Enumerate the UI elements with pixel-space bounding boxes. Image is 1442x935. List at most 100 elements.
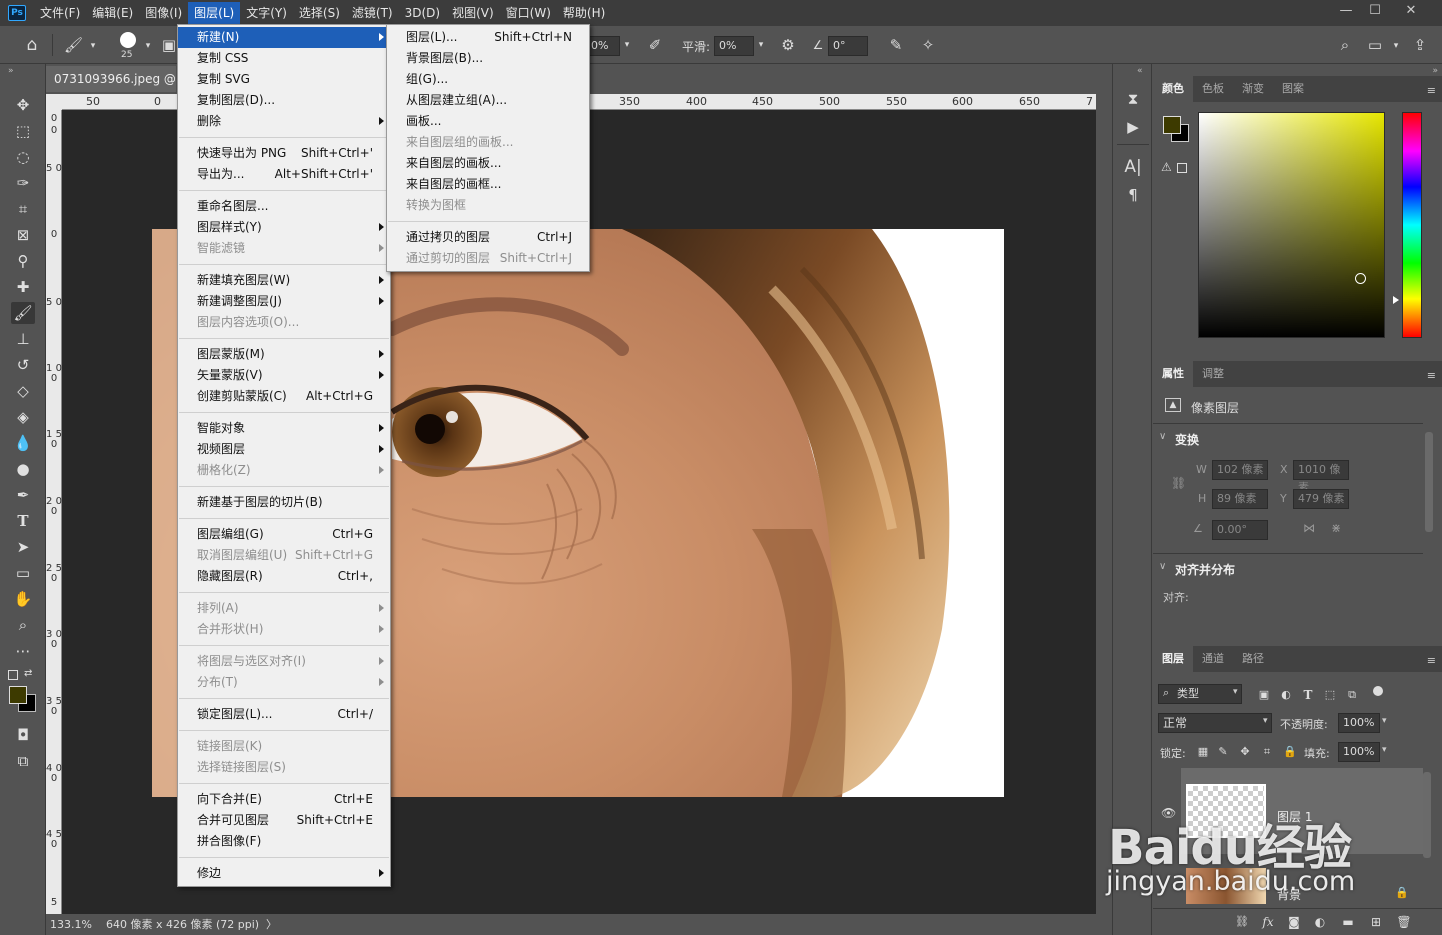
layer-menu-item[interactable]: 新建调整图层(J) [178,291,390,312]
symmetry-icon[interactable]: ✧ [918,36,938,54]
foreground-color-swatch[interactable] [9,686,27,704]
tab-pattern[interactable]: 图案 [1273,76,1313,102]
new-submenu-item[interactable]: 来自图层的画板... [387,153,589,174]
menu-type[interactable]: 文字(Y) [240,2,293,24]
chevron-down-icon[interactable]: ▾ [620,36,634,54]
layer-menu-item[interactable]: 智能对象 [178,418,390,439]
swap-colors-icon[interactable]: ⇄ [24,668,32,679]
layer-menu-item[interactable]: 图层编组(G) Ctrl+G [178,524,390,545]
search-icon[interactable]: ⌕ [1336,36,1354,54]
new-submenu-item[interactable]: 组(G)... [387,69,589,90]
workspace-icon[interactable]: ▭ [1366,36,1384,54]
eyedropper-tool-icon[interactable]: ⚲ [11,250,35,272]
more-tools-icon[interactable]: ⋯ [11,640,35,662]
collapse-icon[interactable]: « [1137,66,1143,76]
link-icon[interactable]: ⛓ [1171,476,1186,490]
crop-tool-icon[interactable]: ⌗ [11,198,35,220]
frame-tool-icon[interactable]: ⊠ [11,224,35,246]
new-submenu-item[interactable]: 通过拷贝的图层 Ctrl+J [387,227,589,248]
width-field[interactable]: 102 像素 [1212,460,1268,480]
menu-image[interactable]: 图像(I) [139,2,188,24]
zoom-tool-icon[interactable]: ⌕ [11,614,35,636]
history-brush-tool-icon[interactable]: ↺ [11,354,35,376]
menu-window[interactable]: 窗口(W) [500,2,557,24]
layer-menu-item[interactable]: 复制 CSS [178,48,390,69]
link-layers-icon[interactable]: ⛓ [1233,913,1251,931]
layer-menu-item[interactable]: 视频图层 [178,439,390,460]
tab-channels[interactable]: 通道 [1193,646,1233,672]
new-submenu-item[interactable]: 画板... [387,111,589,132]
blend-mode-select[interactable]: 正常 [1158,713,1272,733]
panel-menu-icon[interactable]: ≡ [1427,84,1436,97]
chevron-down-icon[interactable]: ▾ [754,36,768,54]
airbrush-icon[interactable]: ✐ [645,36,665,54]
pressure-icon[interactable]: ✎ [886,36,906,54]
marquee-tool-icon[interactable]: ⬚ [11,120,35,142]
history-icon[interactable]: ⧗ [1123,90,1143,108]
filter-type-icon[interactable]: T [1301,686,1315,704]
status-arrow-icon[interactable]: 〉 [266,914,277,935]
hue-slider[interactable] [1402,112,1422,338]
quick-mask-icon[interactable]: ◘ [11,724,35,746]
filter-smart-object-icon[interactable]: ⧉ [1345,686,1359,704]
smoothing-field[interactable]: 0% [714,36,754,56]
menu-layer[interactable]: 图层(L) [188,2,241,24]
layer-menu-item[interactable]: 快速导出为 PNG Shift+Ctrl+' [178,143,390,164]
saturation-brightness-field[interactable] [1198,112,1385,338]
color-picker-cursor[interactable] [1355,273,1366,284]
tab-layers[interactable]: 图层 [1153,646,1193,672]
filter-pixel-icon[interactable]: ▣ [1257,686,1271,704]
hand-tool-icon[interactable]: ✋ [11,588,35,610]
new-submenu-item[interactable]: 从图层建立组(A)... [387,90,589,111]
panel-menu-icon[interactable]: ≡ [1427,654,1436,667]
filter-shape-icon[interactable]: ⬚ [1323,686,1337,704]
layer-menu-item[interactable]: 创建剪贴蒙版(C) Alt+Ctrl+G [178,386,390,407]
new-layer-icon[interactable]: ⊞ [1367,913,1385,931]
color-fg-swatch[interactable] [1163,116,1181,134]
hue-slider-handle[interactable] [1393,296,1399,304]
lasso-tool-icon[interactable]: ◌ [11,146,35,168]
tab-gradient[interactable]: 渐变 [1233,76,1273,102]
lock-position-icon[interactable]: ✥ [1239,743,1251,761]
layer-filter-select[interactable]: 类型 [1158,684,1242,704]
layer-menu-item[interactable]: 图层样式(Y) [178,217,390,238]
layer-menu-item[interactable]: 图层蒙版(M) [178,344,390,365]
panel-menu-icon[interactable]: ≡ [1427,369,1436,382]
layer-menu-item[interactable]: 合并可见图层 Shift+Ctrl+E [178,810,390,831]
tab-color[interactable]: 颜色 [1153,76,1193,102]
layer-menu-item[interactable]: 新建(N) [178,27,390,48]
layer-menu-item[interactable]: 复制图层(D)... [178,90,390,111]
chevron-down-icon[interactable]: ▾ [1382,716,1387,726]
quick-select-tool-icon[interactable]: ✑ [11,172,35,194]
path-select-tool-icon[interactable]: ➤ [11,536,35,558]
brush-tool-icon[interactable]: 🖌 [11,302,35,324]
rectangle-tool-icon[interactable]: ▭ [11,562,35,584]
properties-scrollbar[interactable] [1425,432,1433,532]
layer-menu-item[interactable]: 删除 [178,111,390,132]
type-tool-icon[interactable]: T [11,510,35,532]
lock-transparent-icon[interactable]: ▦ [1197,743,1209,761]
layers-scrollbar[interactable] [1423,772,1431,858]
brush-preview-icon[interactable] [120,32,136,48]
lock-pixels-icon[interactable]: ✎ [1217,743,1229,761]
eraser-tool-icon[interactable]: ◇ [11,380,35,402]
move-tool-icon[interactable]: ✥ [11,94,35,116]
menu-3d[interactable]: 3D(D) [399,2,446,24]
collapse-icon[interactable]: » [1432,66,1438,76]
layer-menu-item[interactable]: 锁定图层(L)... Ctrl+/ [178,704,390,725]
folder-icon[interactable]: ▬ [1339,913,1357,931]
flip-vertical-icon[interactable]: ⋇ [1331,521,1341,535]
menu-filter[interactable]: 滤镜(T) [346,2,399,24]
menu-view[interactable]: 视图(V) [446,2,500,24]
gear-icon[interactable]: ⚙ [778,36,798,54]
chevron-down-icon[interactable]: ▾ [87,37,99,55]
brush-tool-icon[interactable]: 🖌 [64,36,83,54]
y-field[interactable]: 479 像素 [1293,489,1349,509]
chevron-down-icon[interactable]: ∨ [1159,561,1166,572]
layer-menu-item[interactable]: 复制 SVG [178,69,390,90]
layer-menu-item[interactable]: 导出为... Alt+Shift+Ctrl+' [178,164,390,185]
screen-mode-icon[interactable]: ⧉ [11,750,35,772]
lock-artboard-icon[interactable]: ⌗ [1261,743,1273,761]
paint-bucket-tool-icon[interactable]: ◈ [11,406,35,428]
share-icon[interactable]: ⇪ [1410,36,1430,54]
